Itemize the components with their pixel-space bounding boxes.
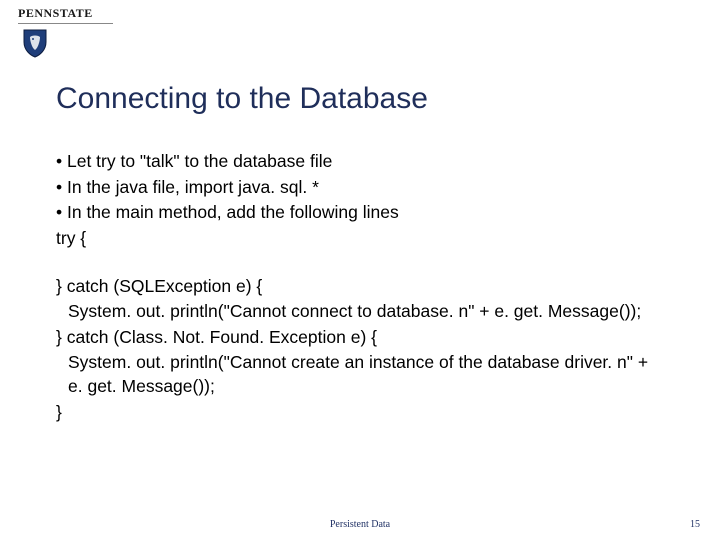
logo-divider xyxy=(18,23,113,24)
footer-title: Persistent Data xyxy=(0,519,720,530)
code-line: } xyxy=(56,401,664,425)
code-line: } catch (SQLException e) { xyxy=(56,275,664,299)
university-logo: PENNSTATE xyxy=(18,6,113,58)
logo-text: PENNSTATE xyxy=(18,6,113,21)
bullet-line: • In the main method, add the following … xyxy=(56,201,664,225)
code-line: try { xyxy=(56,227,664,251)
slide-title: Connecting to the Database xyxy=(56,82,428,116)
slide-body: • Let try to "talk" to the database file… xyxy=(56,150,664,426)
code-line: System. out. println("Cannot create an i… xyxy=(56,351,664,398)
bullet-line: • Let try to "talk" to the database file xyxy=(56,150,664,174)
page-number: 15 xyxy=(690,519,700,530)
shield-icon xyxy=(22,28,48,58)
bullet-line: • In the java file, import java. sql. * xyxy=(56,176,664,200)
code-line: } catch (Class. Not. Found. Exception e)… xyxy=(56,326,664,350)
code-line: System. out. println("Cannot connect to … xyxy=(56,300,664,324)
